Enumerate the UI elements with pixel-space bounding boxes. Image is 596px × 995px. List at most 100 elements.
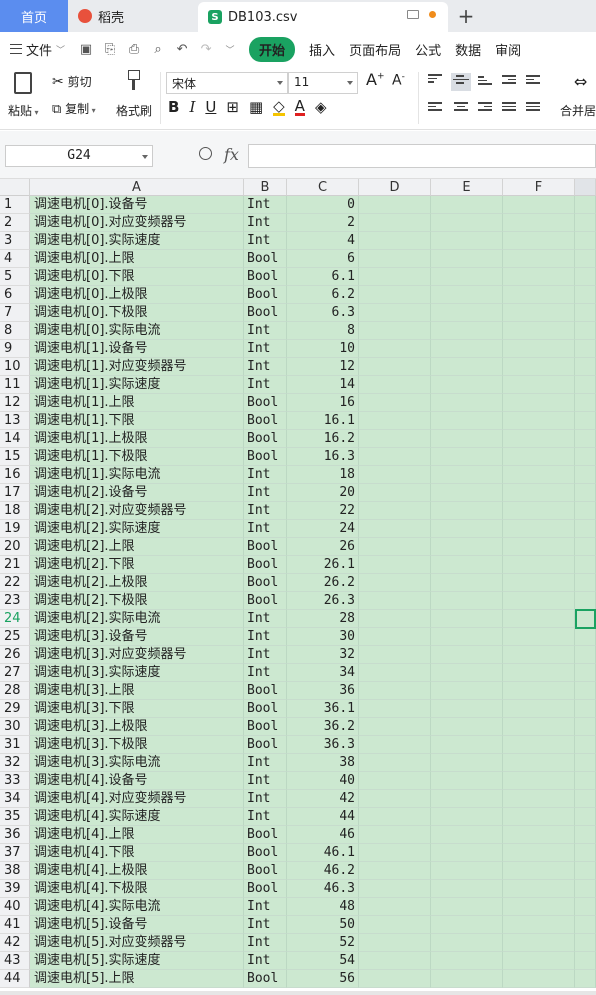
cell-a[interactable]: 调速电机[2].下限: [30, 556, 244, 574]
cell-a[interactable]: 调速电机[4].下限: [30, 844, 244, 862]
cell-a[interactable]: 调速电机[3].实际电流: [30, 754, 244, 772]
column-header-a[interactable]: A: [30, 179, 244, 196]
menu-insert[interactable]: 插入: [309, 40, 335, 59]
cell-e[interactable]: [431, 664, 503, 682]
cell-b[interactable]: Int: [244, 628, 287, 646]
decrease-font-icon[interactable]: A-: [392, 72, 405, 89]
cell-d[interactable]: [359, 754, 431, 772]
cell-c[interactable]: 46.2: [287, 862, 359, 880]
cell-d[interactable]: [359, 808, 431, 826]
cell-g[interactable]: [575, 592, 596, 610]
cell-f[interactable]: [503, 520, 575, 538]
cell-a[interactable]: 调速电机[2].实际电流: [30, 610, 244, 628]
cell-c[interactable]: 46.1: [287, 844, 359, 862]
cell-f[interactable]: [503, 268, 575, 286]
cell-g[interactable]: [575, 880, 596, 898]
cell-a[interactable]: 调速电机[4].对应变频器号: [30, 790, 244, 808]
cell-a[interactable]: 调速电机[0].上极限: [30, 286, 244, 304]
fx-icon[interactable]: fx: [224, 145, 239, 164]
increase-font-icon[interactable]: A+: [366, 70, 385, 89]
row-number[interactable]: 7: [0, 304, 30, 322]
row-number[interactable]: 4: [0, 250, 30, 268]
cell-g[interactable]: [575, 214, 596, 232]
cell-c[interactable]: 12: [287, 358, 359, 376]
row-number[interactable]: 8: [0, 322, 30, 340]
cell-style-icon[interactable]: ▦: [249, 98, 263, 116]
cell-c[interactable]: 16.3: [287, 448, 359, 466]
cell-g[interactable]: [575, 736, 596, 754]
cell-c[interactable]: 50: [287, 916, 359, 934]
cell-b[interactable]: Int: [244, 664, 287, 682]
export-icon[interactable]: ⎘: [103, 42, 117, 57]
format-painter-button[interactable]: 格式刷: [116, 102, 152, 119]
cell-b[interactable]: Int: [244, 898, 287, 916]
cell-d[interactable]: [359, 664, 431, 682]
cell-e[interactable]: [431, 196, 503, 214]
cell-e[interactable]: [431, 592, 503, 610]
redo-icon[interactable]: ↷: [199, 42, 213, 57]
cell-b[interactable]: Bool: [244, 250, 287, 268]
cell-b[interactable]: Bool: [244, 574, 287, 592]
cell-b[interactable]: Bool: [244, 862, 287, 880]
cell-a[interactable]: 调速电机[3].设备号: [30, 628, 244, 646]
cell-e[interactable]: [431, 934, 503, 952]
row-number[interactable]: 25: [0, 628, 30, 646]
cell-f[interactable]: [503, 556, 575, 574]
cell-g[interactable]: [575, 340, 596, 358]
cell-d[interactable]: [359, 952, 431, 970]
cell-a[interactable]: 调速电机[4].下极限: [30, 880, 244, 898]
cell-a[interactable]: 调速电机[2].对应变频器号: [30, 502, 244, 520]
cell-g[interactable]: [575, 520, 596, 538]
clear-format-icon[interactable]: ◈: [315, 98, 327, 116]
row-number[interactable]: 32: [0, 754, 30, 772]
cell-f[interactable]: [503, 628, 575, 646]
cell-d[interactable]: [359, 340, 431, 358]
cell-b[interactable]: Int: [244, 232, 287, 250]
cell-a[interactable]: 调速电机[0].下极限: [30, 304, 244, 322]
cell-f[interactable]: [503, 448, 575, 466]
row-number[interactable]: 13: [0, 412, 30, 430]
cell-c[interactable]: 44: [287, 808, 359, 826]
cell-a[interactable]: 调速电机[2].设备号: [30, 484, 244, 502]
cell-e[interactable]: [431, 466, 503, 484]
cell-c[interactable]: 4: [287, 232, 359, 250]
cell-a[interactable]: 调速电机[0].设备号: [30, 196, 244, 214]
column-header-g[interactable]: [575, 179, 596, 196]
cell-f[interactable]: [503, 214, 575, 232]
row-number[interactable]: 9: [0, 340, 30, 358]
row-number[interactable]: 10: [0, 358, 30, 376]
cell-a[interactable]: 调速电机[3].上限: [30, 682, 244, 700]
cell-d[interactable]: [359, 376, 431, 394]
cell-d[interactable]: [359, 412, 431, 430]
cell-c[interactable]: 56: [287, 970, 359, 988]
cell-f[interactable]: [503, 826, 575, 844]
cell-e[interactable]: [431, 862, 503, 880]
cell-c[interactable]: 34: [287, 664, 359, 682]
cell-g[interactable]: [575, 970, 596, 988]
row-number[interactable]: 30: [0, 718, 30, 736]
cell-e[interactable]: [431, 394, 503, 412]
cell-b[interactable]: Bool: [244, 700, 287, 718]
cell-c[interactable]: 26.2: [287, 574, 359, 592]
menu-review[interactable]: 审阅: [495, 40, 521, 59]
cell-d[interactable]: [359, 484, 431, 502]
cell-g[interactable]: [575, 556, 596, 574]
cell-a[interactable]: 调速电机[5].对应变频器号: [30, 934, 244, 952]
cell-e[interactable]: [431, 646, 503, 664]
cell-c[interactable]: 46.3: [287, 880, 359, 898]
cell-b[interactable]: Bool: [244, 268, 287, 286]
cell-e[interactable]: [431, 286, 503, 304]
cell-a[interactable]: 调速电机[3].下极限: [30, 736, 244, 754]
cell-d[interactable]: [359, 196, 431, 214]
cell-d[interactable]: [359, 358, 431, 376]
cell-g[interactable]: [575, 754, 596, 772]
cell-e[interactable]: [431, 682, 503, 700]
cell-g[interactable]: [575, 502, 596, 520]
cell-e[interactable]: [431, 376, 503, 394]
cell-g[interactable]: [575, 538, 596, 556]
cell-g[interactable]: [575, 268, 596, 286]
cell-c[interactable]: 26.1: [287, 556, 359, 574]
cell-b[interactable]: Int: [244, 646, 287, 664]
row-number[interactable]: 33: [0, 772, 30, 790]
cell-d[interactable]: [359, 682, 431, 700]
